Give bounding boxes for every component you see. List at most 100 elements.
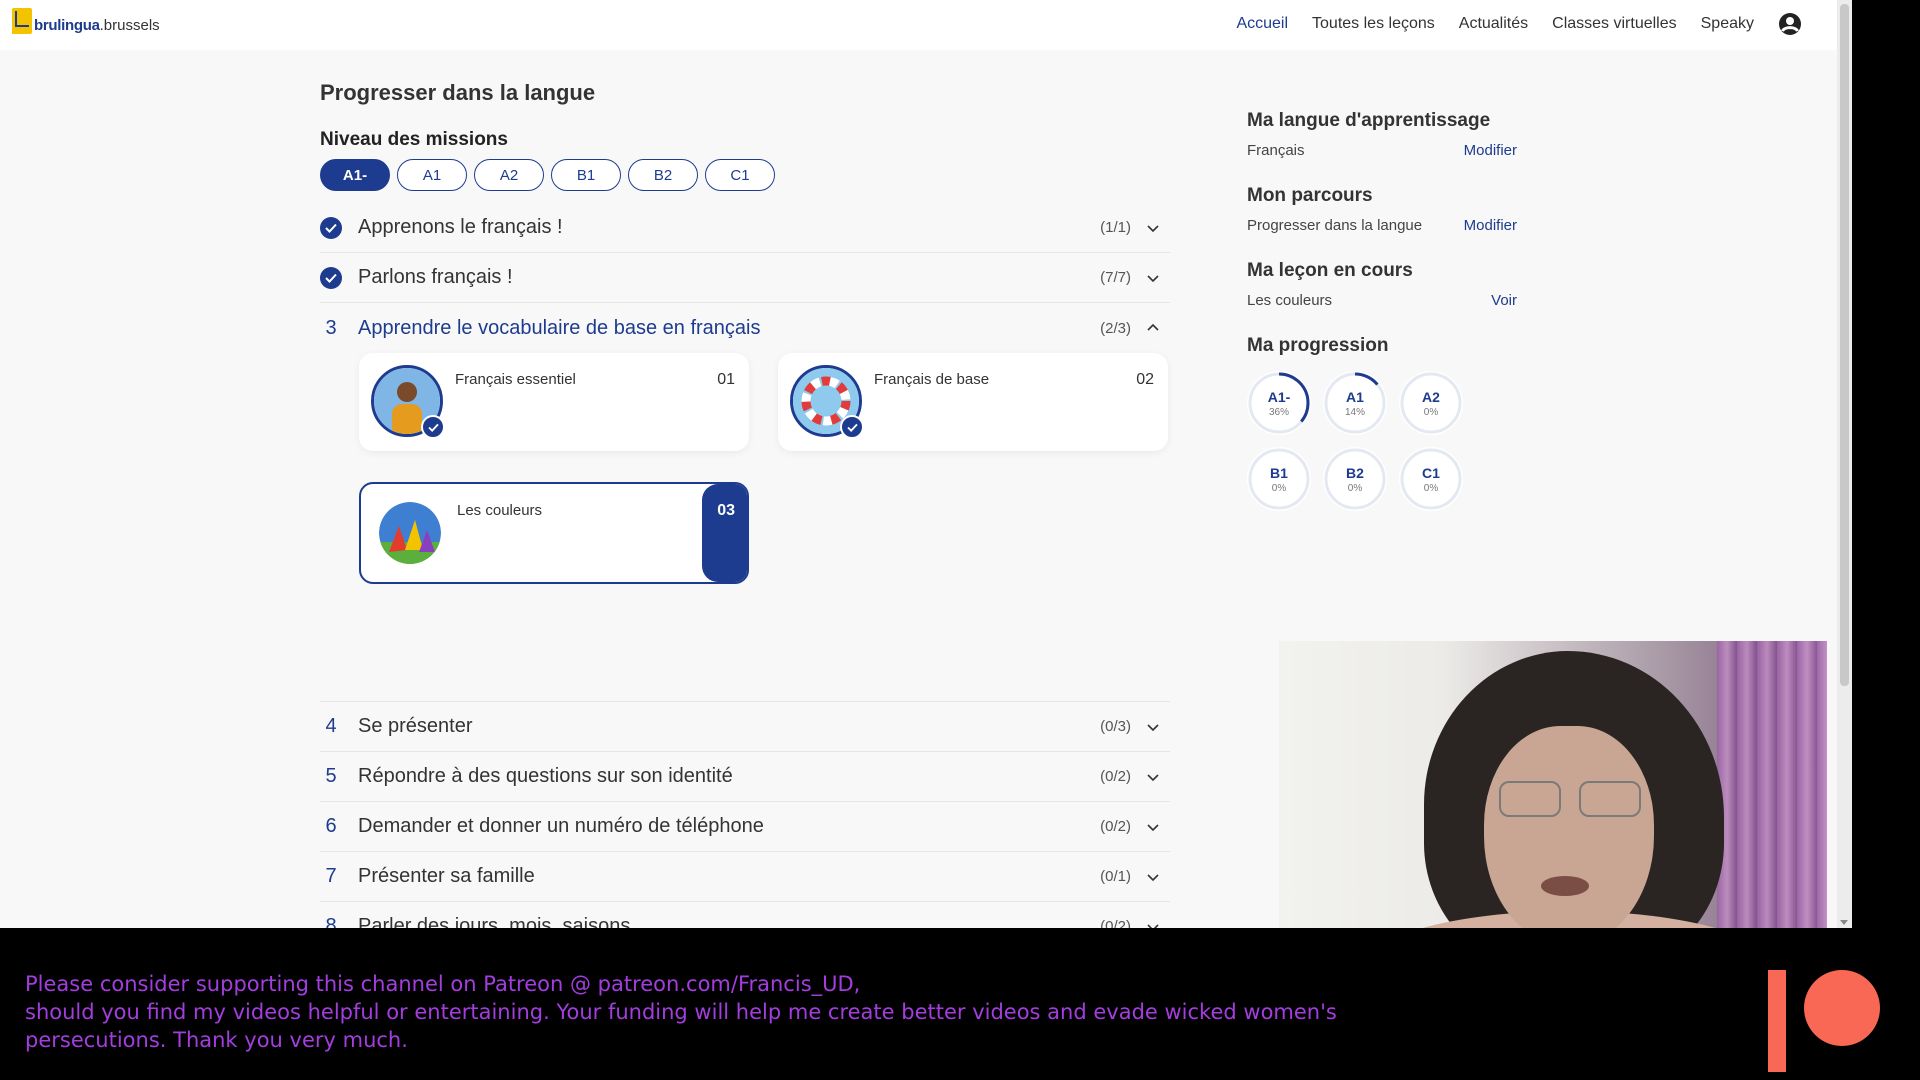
chevron-down-icon[interactable] [1145,220,1161,236]
webcam-glasses [1499,781,1561,817]
scrollbar-thumb[interactable] [1840,4,1849,686]
chevron-down-icon[interactable] [1145,869,1161,885]
patreon-message-line: Please consider supporting this channel … [25,972,861,996]
lesson-number: 03 [717,502,735,519]
patreon-logo-icon [1768,970,1880,1072]
mission-label: Parlons français ! [358,266,513,288]
modify-path-link[interactable]: Modifier [1464,217,1517,234]
progression-section: Ma progression A1- 36% A1 14% A2 0% B1 0% B2 0% C1… [1247,335,1517,511]
lesson-card-current[interactable]: Les couleurs 03 [359,482,749,584]
mission-label: Apprendre le vocabulaire de base en fran… [358,316,761,339]
lesson-card-2[interactable]: Français de base 02 [778,353,1168,451]
mission-completed-check-icon [320,266,342,289]
current-lesson-marker [702,484,747,582]
learning-path-title: Mon parcours [1247,185,1373,206]
progress-circle-a1: A1 14% [1323,371,1387,435]
page-scrollbar[interactable] [1837,0,1852,928]
nav-accueil[interactable]: Accueil [1236,15,1288,33]
webcam-overlay [1279,641,1827,960]
mission-row-4[interactable]: 4 Se présenter (0/3) [320,702,1170,752]
nav-classes-virtuelles[interactable]: Classes virtuelles [1552,15,1676,33]
nav-actualites[interactable]: Actualités [1459,15,1528,33]
lesson-name: Français essentiel [455,371,576,388]
learning-path-value: Progresser dans la langue [1247,217,1423,234]
user-account-icon[interactable] [1778,12,1802,36]
mission-number: 5 [325,765,337,787]
learning-language-title: Ma langue d'apprentissage [1247,110,1491,131]
level-button-c1[interactable]: C1 [705,159,775,191]
progress-percent-label: 36% [1268,407,1289,418]
chevron-down-icon[interactable] [1145,919,1161,929]
lesson-number: 01 [717,371,735,388]
mission-row-6[interactable]: 6 Demander et donner un numéro de téléph… [320,802,1170,852]
view-lesson-link[interactable]: Voir [1491,292,1517,309]
mission-number: 6 [325,815,337,837]
progress-level-label: A1- [1267,389,1291,405]
patreon-message-line: should you find my videos helpful or ent… [25,1000,1337,1024]
webcam-person-face [1484,726,1654,946]
mission-label: Présenter sa famille [358,865,535,887]
scroll-down-arrow-icon[interactable] [1840,920,1848,925]
level-button-a1[interactable]: A1 [397,159,467,191]
progress-level-label: B2 [1346,465,1364,481]
logo-flag-icon [12,8,32,34]
progress-circle-b1: B1 0% [1247,447,1311,511]
mission-label: Se présenter [358,715,473,737]
modify-language-link[interactable]: Modifier [1464,142,1517,159]
lesson-name: Français de base [874,371,990,388]
progress-sidebar: Ma langue d'apprentissage Français Modif… [1247,110,1517,537]
logo-tld: .brussels [99,17,160,34]
mission-count: (0/2) [1100,768,1131,785]
level-filter: A1- A1 A2 B1 B2 C1 [320,159,1170,191]
page-title: Progresser dans la langue [320,80,596,105]
mission-lessons: Français essentiel 01 Français de base 0… [320,353,1170,702]
mission-row-7[interactable]: 7 Présenter sa famille (0/1) [320,852,1170,902]
chevron-down-icon[interactable] [1145,769,1161,785]
lesson-avatar [379,502,441,564]
progress-circle-b2: B2 0% [1323,447,1387,511]
chevron-up-icon[interactable] [1145,320,1161,336]
progress-percent-label: 0% [1271,483,1287,494]
progress-level-label: C1 [1422,465,1440,481]
chevron-down-icon[interactable] [1145,719,1161,735]
lesson-completed-check-icon [840,415,864,439]
lesson-name: Les couleurs [457,502,543,519]
mission-count: (2/3) [1100,319,1131,337]
mission-completed-check-icon [320,216,342,239]
progress-level-label: A2 [1422,389,1440,405]
mission-label: Parler des jours, mois, saisons [358,915,631,928]
webcam-curtain [1717,641,1827,960]
mission-number: 4 [325,715,337,737]
mission-row-1[interactable]: Apprenons le français ! (1/1) [320,203,1170,253]
webcam-person-mouth [1541,876,1589,896]
level-button-b2[interactable]: B2 [628,159,698,191]
level-button-a2[interactable]: A2 [474,159,544,191]
progress-circle-a2: A2 0% [1399,371,1463,435]
progress-level-label: A1 [1346,389,1364,405]
mission-count: (1/1) [1100,219,1131,236]
learning-language-value: Français [1247,142,1305,159]
lesson-number: 02 [1136,371,1154,388]
current-lesson-section: Ma leçon en cours Les couleurs Voir [1247,260,1517,309]
level-button-a1-minus[interactable]: A1- [320,159,390,191]
learning-path-section: Mon parcours Progresser dans la langue M… [1247,185,1517,234]
mission-row-2[interactable]: Parlons français ! (7/7) [320,253,1170,303]
progress-level-label: B1 [1270,465,1288,481]
mission-row-3[interactable]: 3 Apprendre le vocabulaire de base en fr… [320,303,1170,353]
mission-row-5[interactable]: 5 Répondre à des questions sur son ident… [320,752,1170,802]
chevron-down-icon[interactable] [1145,270,1161,286]
progression-title: Ma progression [1247,335,1389,356]
chevron-down-icon[interactable] [1145,819,1161,835]
progress-percent-label: 0% [1423,407,1439,418]
nav-toutes-les-lecons[interactable]: Toutes les leçons [1312,15,1435,33]
nav-speaky[interactable]: Speaky [1701,15,1754,33]
lesson-card-1[interactable]: Français essentiel 01 [359,353,749,451]
mission-row-8[interactable]: 8 Parler des jours, mois, saisons (0/2) [320,902,1170,928]
level-button-b1[interactable]: B1 [551,159,621,191]
progress-percent-label: 14% [1344,407,1365,418]
patreon-message: Please consider supporting this channel … [25,970,1355,1054]
brulingua-logo[interactable]: brulingua .brussels [12,8,160,34]
current-lesson-title: Ma leçon en cours [1247,260,1413,281]
mission-label: Apprenons le français ! [358,216,563,238]
progress-circle-a1-minus: A1- 36% [1247,371,1311,435]
